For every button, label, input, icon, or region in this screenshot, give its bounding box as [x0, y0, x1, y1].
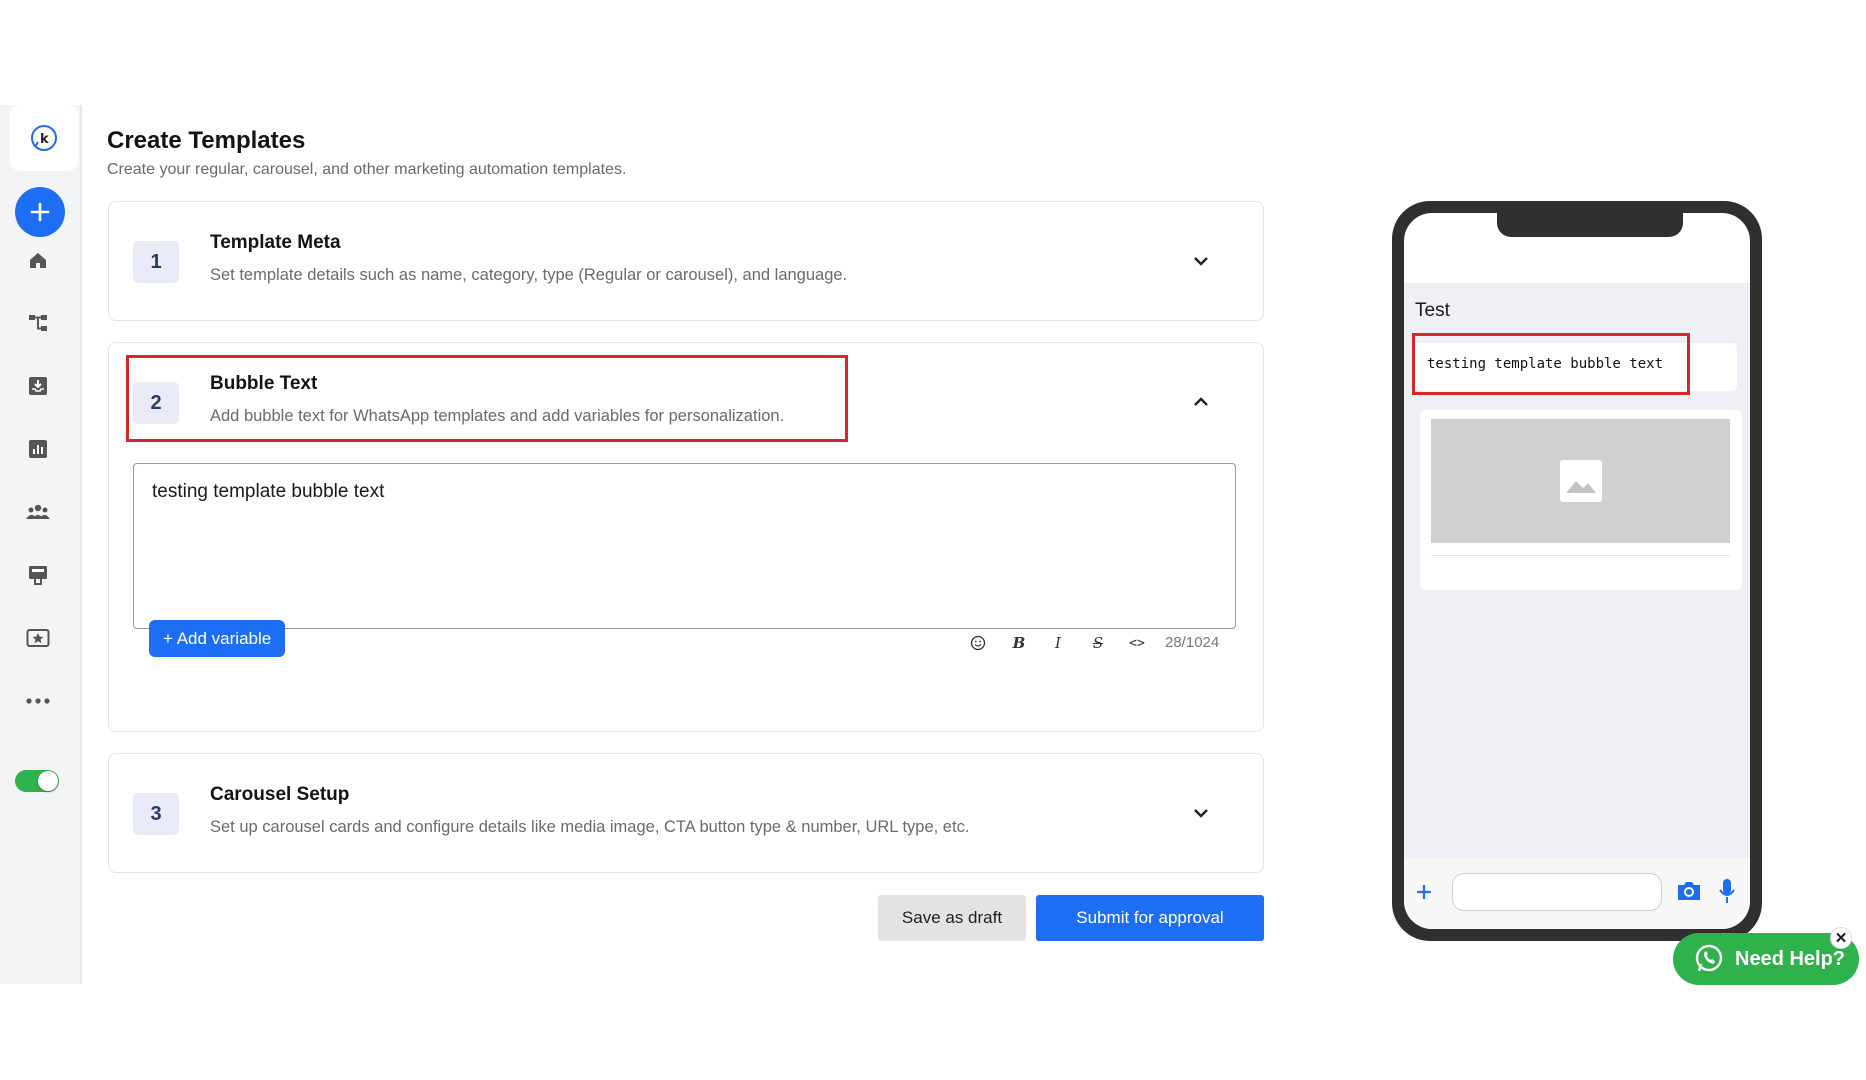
- chat-input-bar: [1404, 858, 1750, 929]
- phone-screen: Test testing template bubble text: [1404, 213, 1750, 929]
- chat-contact-name: Test: [1415, 300, 1450, 321]
- step-description: Set template details such as name, categ…: [210, 266, 848, 284]
- save-draft-button[interactable]: Save as draft: [878, 895, 1026, 941]
- image-placeholder-icon: [1559, 460, 1602, 502]
- media-placeholder: [1431, 419, 1730, 543]
- sidebar-item-more[interactable]: [25, 688, 51, 714]
- main-content: Create Templates Create your regular, ca…: [107, 105, 1264, 984]
- app-logo[interactable]: k: [10, 105, 78, 171]
- step-card-bubble-text[interactable]: 2 Bubble Text Add bubble text for WhatsA…: [108, 342, 1264, 732]
- camera-icon[interactable]: [1676, 880, 1702, 902]
- sidebar-item-templates[interactable]: [25, 562, 51, 588]
- logo-letter: k: [40, 132, 49, 147]
- flow-icon: [29, 315, 47, 331]
- sidebar: k: [0, 105, 82, 984]
- chevron-down-icon: [1194, 809, 1208, 818]
- sidebar-item-campaigns[interactable]: [25, 625, 51, 651]
- bubble-text-value: testing template bubble text: [152, 481, 385, 502]
- chat-message-input[interactable]: [1452, 873, 1662, 911]
- microphone-icon[interactable]: [1718, 878, 1736, 904]
- close-help-button[interactable]: ✕: [1830, 927, 1852, 949]
- step-card-carousel-setup[interactable]: 3 Carousel Setup Set up carousel cards a…: [108, 753, 1264, 873]
- chevron-up-icon: [1194, 397, 1208, 406]
- expand-step-button[interactable]: [1191, 251, 1211, 271]
- sidebar-item-analytics[interactable]: [25, 436, 51, 462]
- emoji-button[interactable]: [967, 632, 989, 654]
- logo-icon: k: [31, 125, 57, 151]
- analytics-icon: [29, 440, 47, 458]
- bubble-text-editor[interactable]: testing template bubble text: [133, 463, 1236, 629]
- page-title: Create Templates: [107, 127, 306, 154]
- strikethrough-button[interactable]: S: [1087, 632, 1109, 654]
- step-description: Set up carousel cards and configure deta…: [210, 818, 970, 836]
- templates-icon: [29, 566, 47, 585]
- sidebar-item-home[interactable]: [25, 247, 51, 273]
- inbox-icon: [29, 377, 47, 395]
- chat-area: Test testing template bubble text: [1404, 283, 1750, 858]
- status-toggle[interactable]: [15, 770, 59, 792]
- character-count: 28/1024: [1165, 634, 1220, 651]
- phone-notch: [1497, 213, 1683, 237]
- plus-icon[interactable]: [1415, 883, 1433, 901]
- sidebar-item-inbox[interactable]: [25, 373, 51, 399]
- phone-preview: Test testing template bubble text: [1392, 201, 1762, 941]
- whatsapp-icon: [1695, 944, 1723, 972]
- highlight-box: [1412, 333, 1690, 395]
- step-number: 3: [133, 793, 179, 835]
- step-title: Template Meta: [210, 232, 341, 253]
- plus-icon: [30, 202, 50, 222]
- toggle-knob: [38, 771, 58, 791]
- code-button[interactable]: <>: [1126, 632, 1148, 654]
- step-number: 1: [133, 241, 179, 283]
- expand-step-button[interactable]: [1191, 803, 1211, 823]
- create-new-button[interactable]: [15, 187, 65, 237]
- contacts-icon: [26, 504, 50, 519]
- card-divider: [1431, 555, 1730, 556]
- sidebar-item-contacts[interactable]: [25, 499, 51, 525]
- chevron-down-icon: [1194, 257, 1208, 266]
- sidebar-item-flows[interactable]: [25, 310, 51, 336]
- more-icon: [26, 698, 50, 704]
- step-title: Carousel Setup: [210, 784, 350, 805]
- need-help-label: Need Help?: [1735, 947, 1846, 970]
- collapse-step-button[interactable]: [1191, 392, 1211, 412]
- campaigns-icon: [26, 629, 50, 647]
- submit-approval-button[interactable]: Submit for approval: [1036, 895, 1264, 941]
- carousel-card-preview: [1420, 410, 1742, 590]
- page-subtitle: Create your regular, carousel, and other…: [107, 161, 627, 178]
- add-variable-button[interactable]: + Add variable: [149, 620, 286, 657]
- emoji-icon: [970, 635, 986, 651]
- step-card-template-meta[interactable]: 1 Template Meta Set template details suc…: [108, 201, 1264, 321]
- highlight-box: [126, 355, 848, 442]
- home-icon: [30, 253, 46, 268]
- app-window: k Create Templates Create your regular, …: [0, 105, 1866, 985]
- bold-button[interactable]: B: [1008, 632, 1030, 654]
- italic-button[interactable]: I: [1047, 632, 1069, 654]
